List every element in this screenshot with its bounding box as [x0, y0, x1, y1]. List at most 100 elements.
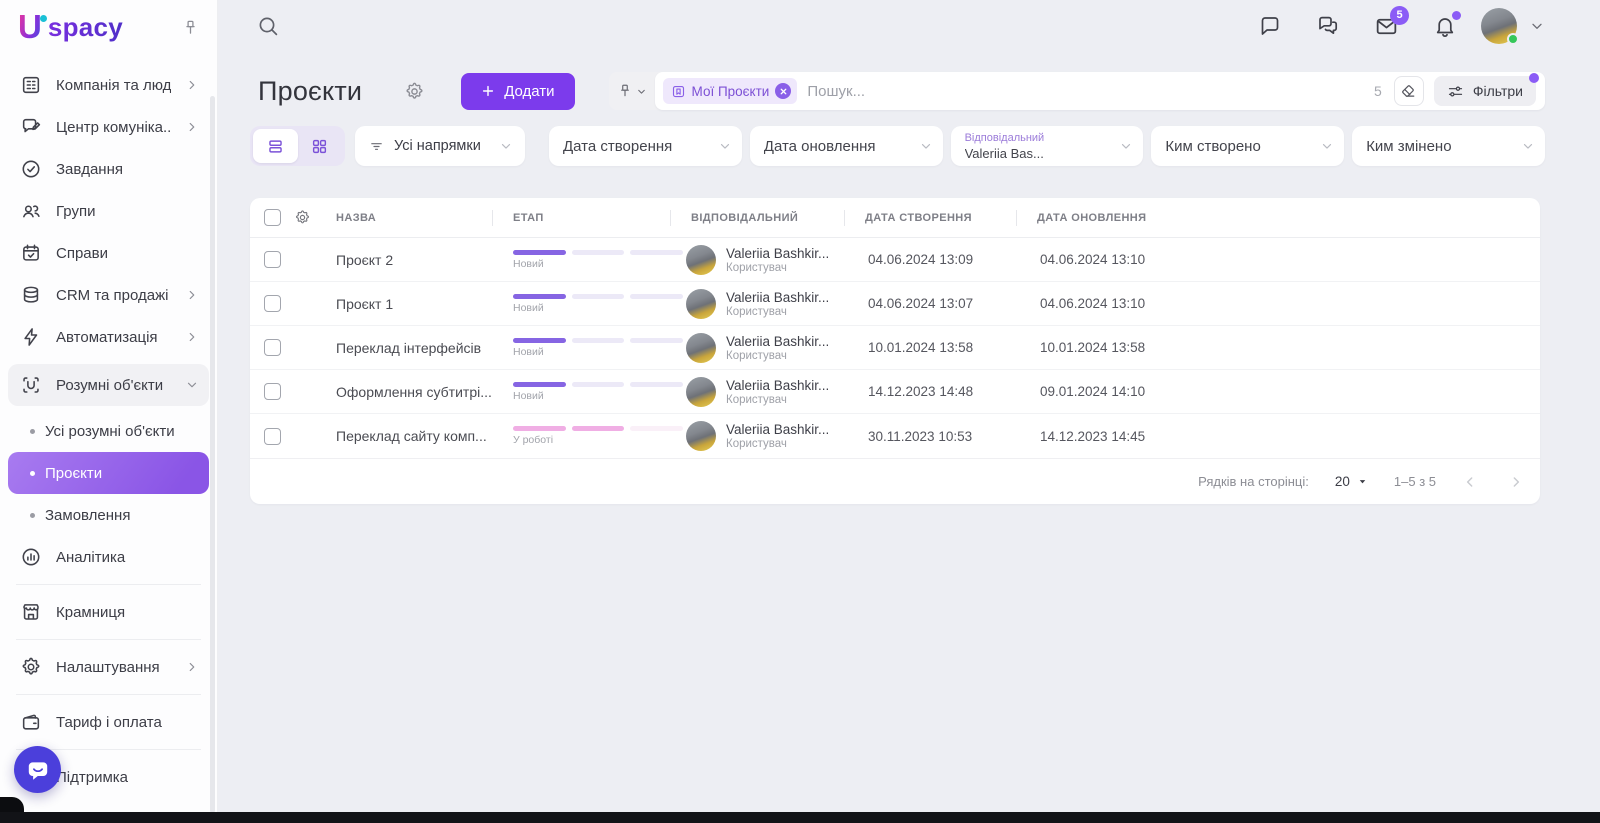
rows-per-page-select[interactable]: 20 [1335, 474, 1368, 489]
search-field[interactable]: Мої Проєкти 5 Фільтри [655, 72, 1545, 110]
filter-dropdown-0[interactable]: Дата створення [549, 126, 742, 166]
sidebar-item-label: Розумні об'єкти [56, 377, 171, 394]
column-header-stage[interactable]: ЕТАП [492, 210, 670, 226]
created-date: 14.12.2023 14:48 [844, 384, 1016, 399]
row-checkbox[interactable] [264, 295, 281, 312]
saved-filter-chip[interactable]: Мої Проєкти [663, 78, 798, 104]
filter-dropdown-3[interactable]: Ким створено [1151, 126, 1344, 166]
saved-filters-pin-button[interactable] [609, 72, 655, 110]
sidebar-subitem-8[interactable]: Усі розумні об'єкти [8, 410, 209, 452]
grid-view-button[interactable] [298, 129, 343, 163]
next-page-button[interactable] [1508, 474, 1524, 490]
table-settings-gear-icon[interactable] [294, 209, 336, 226]
bullet-icon [30, 429, 35, 434]
owner-name: Valeriia Bashkir... [726, 378, 829, 393]
list-view-button[interactable] [253, 129, 298, 163]
page-settings-gear-icon[interactable] [404, 81, 425, 102]
sidebar-item-3[interactable]: Групи [8, 190, 209, 232]
page-title: Проєкти [258, 76, 362, 107]
owner-name: Valeriia Bashkir... [726, 334, 829, 349]
stage-segment [572, 250, 625, 255]
sidebar-item-label: Групи [56, 203, 199, 220]
sidebar-item-7[interactable]: Розумні об'єкти [8, 364, 209, 406]
column-header-owner[interactable]: ВІДПОВІДАЛЬНИЙ [670, 210, 844, 226]
list-view-icon [266, 137, 285, 156]
billing-icon [20, 711, 42, 733]
add-button[interactable]: Додати [461, 73, 574, 110]
sidebar-subitem-9[interactable]: Проєкти [8, 452, 209, 494]
column-header-name[interactable]: НАЗВА [336, 212, 492, 224]
table-row[interactable]: Проєкт 2 Новий Valeriia Bashkir... Корис… [250, 238, 1540, 282]
table-row[interactable]: Оформлення субтитрі... Новий Valeriia Ba… [250, 370, 1540, 414]
stage-segment [572, 426, 625, 431]
online-status-dot [1507, 33, 1519, 45]
updated-date: 10.01.2024 13:58 [1016, 340, 1540, 355]
row-checkbox[interactable] [264, 428, 281, 445]
filter-dropdown-2[interactable]: Відповідальний Valeriia Bas... [951, 126, 1144, 166]
row-checkbox[interactable] [264, 251, 281, 268]
owner-role: Користувач [726, 438, 829, 450]
sidebar-item-label: Налаштування [56, 659, 171, 676]
sidebar-item-2[interactable]: Завдання [8, 148, 209, 190]
filter-dropdowns: Дата створення Дата оновлення Відповідал… [549, 126, 1545, 166]
search-icon[interactable] [256, 14, 280, 38]
owner-avatar [686, 421, 716, 451]
sidebar-item-0[interactable]: Компанія та люди [8, 64, 209, 106]
table-row[interactable]: Проєкт 1 Новий Valeriia Bashkir... Корис… [250, 282, 1540, 326]
stage-segment [572, 294, 625, 299]
sidebar-item-1[interactable]: Центр комуніка... [8, 106, 209, 148]
row-checkbox[interactable] [264, 339, 281, 356]
owner-name: Valeriia Bashkir... [726, 290, 829, 305]
bell-icon[interactable] [1433, 14, 1457, 38]
sidebar-scrollbar[interactable] [210, 96, 215, 813]
pagination-range: 1–5 з 5 [1394, 474, 1436, 489]
chat-icon[interactable] [1258, 14, 1282, 38]
plus-icon [481, 84, 495, 98]
sidebar-item-17[interactable]: Тариф і оплата [8, 701, 209, 743]
clear-search-button[interactable] [1394, 76, 1424, 106]
search-input[interactable] [807, 83, 1364, 100]
select-all-checkbox[interactable] [264, 209, 281, 226]
project-name[interactable]: Проєкт 1 [336, 296, 492, 312]
filters-button[interactable]: Фільтри [1434, 76, 1536, 106]
store-icon [20, 601, 42, 623]
sidebar-divider [16, 639, 201, 640]
groups-icon [20, 200, 42, 222]
automation-icon [20, 326, 42, 348]
profile-chevron-down-icon[interactable] [1529, 18, 1545, 34]
column-header-created[interactable]: ДАТА СТВОРЕННЯ [844, 210, 1016, 226]
sidebar-item-label: Крамниця [56, 604, 199, 621]
row-checkbox[interactable] [264, 383, 281, 400]
mail-badge: 5 [1390, 6, 1409, 25]
user-avatar[interactable] [1481, 8, 1517, 44]
project-name[interactable]: Проєкт 2 [336, 252, 492, 268]
mail-icon[interactable]: 5 [1374, 14, 1399, 39]
project-name[interactable]: Оформлення субтитрі... [336, 384, 492, 400]
table-row[interactable]: Переклад сайту комп... У роботі Valeriia… [250, 414, 1540, 458]
sidebar-item-5[interactable]: CRM та продажі [8, 274, 209, 316]
sidebar-subitem-10[interactable]: Замовлення [8, 494, 209, 536]
sidebar-item-15[interactable]: Налаштування [8, 646, 209, 688]
sidebar-item-11[interactable]: Аналітика [8, 536, 209, 578]
chip-remove-icon[interactable] [775, 83, 791, 99]
uspacy-logo[interactable]: Uspacy [18, 10, 123, 44]
sidebar-item-13[interactable]: Крамниця [8, 591, 209, 633]
column-header-updated[interactable]: ДАТА ОНОВЛЕННЯ [1016, 210, 1540, 226]
updated-date: 04.06.2024 13:10 [1016, 296, 1540, 311]
filter-dropdown-4[interactable]: Ким змінено [1352, 126, 1545, 166]
group-chat-icon[interactable] [1316, 14, 1340, 38]
project-name[interactable]: Переклад сайту комп... [336, 428, 492, 444]
search-bar: Мої Проєкти 5 Фільтри [609, 72, 1545, 110]
project-name[interactable]: Переклад інтерфейсів [336, 340, 492, 356]
sliders-icon [1447, 83, 1464, 100]
table-row[interactable]: Переклад інтерфейсів Новий Valeriia Bash… [250, 326, 1540, 370]
sidebar-pin-icon[interactable] [182, 19, 199, 36]
filter-dropdown-1[interactable]: Дата оновлення [750, 126, 943, 166]
support-chat-launcher[interactable] [14, 746, 61, 793]
sidebar-item-6[interactable]: Автоматизація [8, 316, 209, 358]
sidebar-item-label: Автоматизація [56, 329, 171, 346]
sidebar-item-4[interactable]: Справи [8, 232, 209, 274]
direction-dropdown[interactable]: Усі напрямки [355, 126, 525, 166]
previous-page-button[interactable] [1462, 474, 1478, 490]
created-date: 04.06.2024 13:07 [844, 296, 1016, 311]
